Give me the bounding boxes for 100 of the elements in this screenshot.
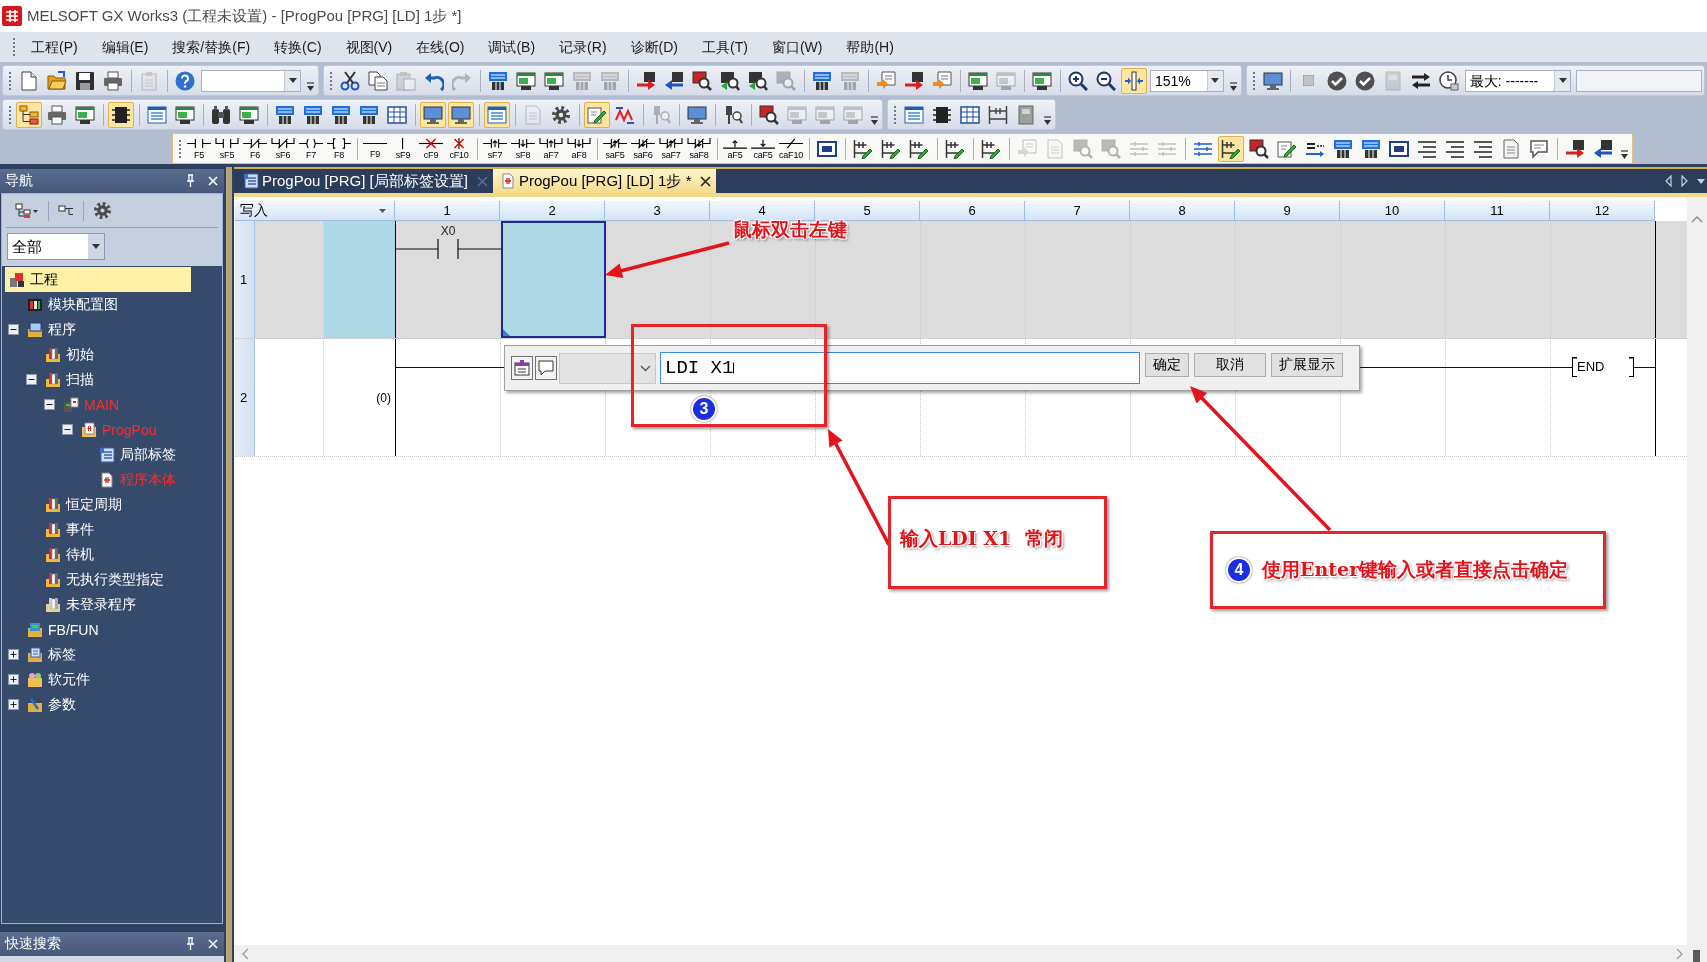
menu-item[interactable]: 调试(B) — [476, 35, 548, 59]
grip-icon[interactable] — [8, 70, 12, 91]
falling-pulse-button[interactable]: caF5 — [749, 134, 777, 163]
overflow-chevron-icon[interactable] — [870, 115, 879, 126]
expand-icon[interactable] — [8, 674, 19, 685]
tree-item[interactable]: 恒定周期 — [5, 492, 191, 517]
fit-width-button[interactable] — [1121, 67, 1147, 94]
tree-item[interactable]: 模块配置图 — [5, 292, 191, 317]
menu-item[interactable]: 视图(V) — [333, 35, 405, 59]
tree-item[interactable]: 未登录程序 — [5, 592, 191, 617]
document-tab[interactable]: ProgPou [PRG] [局部标签设置] — [236, 169, 493, 193]
menu-item[interactable]: 帮助(H) — [834, 35, 906, 59]
parallel-falling-edge-button[interactable]: aF8 — [565, 134, 593, 163]
list-window-button[interactable] — [511, 356, 533, 380]
overflow-chevron-icon[interactable] — [1043, 115, 1052, 126]
collapse-icon[interactable] — [62, 424, 73, 435]
tree-view-icon[interactable] — [15, 202, 39, 219]
overflow-chevron-icon[interactable] — [306, 81, 315, 92]
collapse-icon[interactable] — [44, 399, 55, 410]
overflow-chevron-icon[interactable] — [1228, 81, 1238, 92]
toolbar-combobox[interactable]: 151% — [1150, 69, 1224, 92]
coil-button[interactable]: F7 — [297, 134, 325, 163]
dialog-button[interactable]: 确定 — [1145, 353, 1189, 377]
ladder-edit-button[interactable] — [1218, 135, 1244, 162]
rising-edge-button[interactable]: sF7 — [481, 134, 509, 163]
scroll-right-icon[interactable] — [1681, 175, 1688, 187]
tab-list-icon[interactable] — [1697, 178, 1705, 184]
grip-icon[interactable] — [1251, 70, 1256, 91]
list-window-button[interactable] — [484, 101, 510, 128]
falling-edge-button[interactable]: sF8 — [509, 134, 537, 163]
tree-item[interactable]: 无执行类型指定 — [5, 567, 191, 592]
menu-item[interactable]: 搜索/替换(F) — [160, 35, 263, 59]
resize-grip-icon[interactable] — [1693, 950, 1700, 962]
grip-icon[interactable] — [329, 70, 333, 91]
expand-icon[interactable] — [8, 649, 19, 660]
scroll-up-icon[interactable] — [1691, 215, 1703, 224]
negated-rising-edge-button[interactable]: saF5 — [601, 134, 629, 163]
overflow-chevron-icon[interactable] — [1620, 149, 1629, 160]
instruction-button[interactable]: F8 — [325, 134, 353, 163]
tree-item[interactable]: 软元件 — [5, 667, 191, 692]
collapse-icon[interactable] — [8, 324, 19, 335]
grip-icon[interactable] — [893, 104, 897, 125]
menu-item[interactable]: 工具(T) — [690, 35, 760, 59]
tree-item[interactable]: FB/FUN — [5, 617, 191, 642]
menu-item[interactable]: 在线(O) — [404, 35, 477, 59]
instruction-input[interactable]: LDI X1 — [660, 352, 1140, 384]
monitor-button[interactable] — [448, 101, 474, 128]
invert-button[interactable]: caF10 — [777, 134, 805, 163]
open-contact-button[interactable]: F5 — [185, 134, 213, 163]
tree-item[interactable]: 工程 — [5, 267, 191, 292]
tree-item[interactable]: 事件 — [5, 517, 191, 542]
menu-item[interactable]: 记录(R) — [547, 35, 619, 59]
parallel-closed-contact-button[interactable]: sF6 — [269, 134, 297, 163]
filter-dropdown[interactable]: 全部 — [7, 233, 105, 260]
rising-pulse-button[interactable]: aF5 — [721, 134, 749, 163]
tree-item[interactable]: 标签 — [5, 642, 191, 667]
menu-item[interactable]: 窗口(W) — [759, 35, 835, 59]
toolbar-combobox[interactable]: 最大: ------- — [1464, 69, 1572, 92]
parallel-negated-falling-button[interactable]: saF8 — [685, 134, 713, 163]
menu-item[interactable]: 工程(P) — [19, 35, 90, 59]
dialog-button[interactable]: 取消 — [1194, 353, 1266, 377]
parallel-negated-rising-button[interactable]: saF7 — [657, 134, 685, 163]
menu-item[interactable]: 编辑(E) — [89, 35, 161, 59]
menu-item[interactable]: 转换(C) — [262, 35, 334, 59]
document-tab[interactable]: ProgPou [PRG] [LD] 1步 * — [492, 169, 717, 193]
scroll-left-icon[interactable] — [1665, 175, 1672, 187]
close-icon[interactable] — [700, 175, 712, 187]
tree-item[interactable]: 初始 — [5, 342, 191, 367]
grip-icon[interactable] — [178, 138, 182, 159]
expand-icon[interactable] — [8, 699, 19, 710]
pin-icon[interactable] — [186, 174, 195, 188]
horizontal-scrollbar[interactable] — [234, 945, 1707, 962]
toolbar-field[interactable] — [1576, 69, 1703, 92]
delete-horizontal-line-button[interactable]: cF9 — [417, 134, 445, 163]
negated-falling-edge-button[interactable]: saF6 — [629, 134, 657, 163]
tree-button[interactable] — [16, 101, 42, 128]
grip-icon[interactable] — [12, 37, 16, 57]
ladder-cell[interactable]: END — [1551, 339, 1656, 456]
ladder-cell[interactable] — [501, 221, 606, 338]
tree-item[interactable]: 扫描 — [5, 367, 191, 392]
vertical-scrollbar[interactable] — [1687, 197, 1707, 945]
collapse-icon[interactable] — [26, 374, 37, 385]
parallel-contact-button[interactable]: sF5 — [213, 134, 241, 163]
pin-icon[interactable] — [186, 937, 195, 951]
dialog-button[interactable]: 扩展显示 — [1271, 353, 1343, 377]
closed-contact-button[interactable]: F6 — [241, 134, 269, 163]
delete-vertical-line-button[interactable]: cF10 — [445, 134, 473, 163]
settings-icon[interactable] — [93, 201, 112, 220]
tree-item[interactable]: 参数 — [5, 692, 191, 717]
tree-item[interactable]: 待机 — [5, 542, 191, 567]
parallel-rising-edge-button[interactable]: aF7 — [537, 134, 565, 163]
monitor-button[interactable] — [420, 101, 446, 128]
grip-icon[interactable] — [8, 104, 12, 125]
edit-button[interactable] — [584, 101, 610, 128]
pane-splitter[interactable] — [224, 167, 234, 962]
tree-item[interactable]: 程序 — [5, 317, 191, 342]
vertical-line-button[interactable]: sF9 — [389, 134, 417, 163]
chip-button[interactable] — [108, 101, 134, 128]
menu-item[interactable]: 诊断(D) — [618, 35, 690, 59]
comment-button[interactable] — [535, 356, 557, 380]
